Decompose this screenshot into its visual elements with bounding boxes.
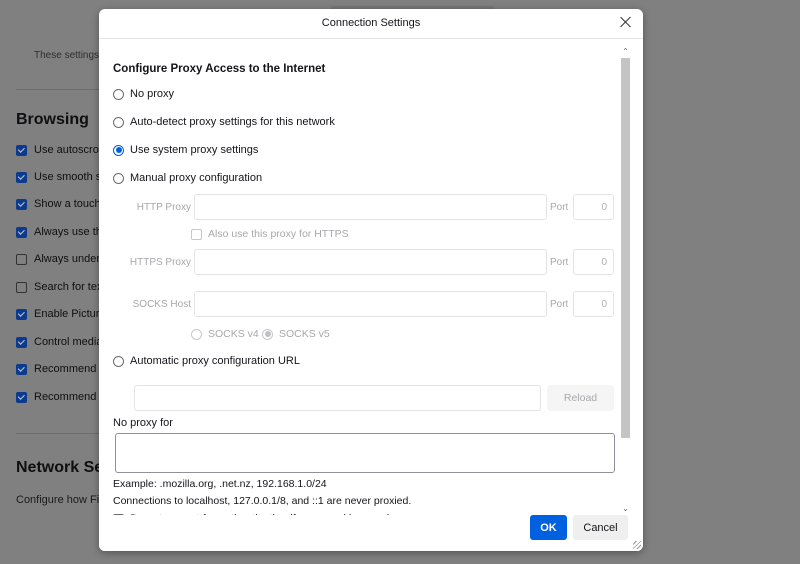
socks-host-input[interactable] xyxy=(194,291,547,317)
browsing-option[interactable]: Always use th xyxy=(16,226,102,238)
radio-button[interactable] xyxy=(113,116,124,128)
checkbox[interactable] xyxy=(16,171,27,183)
https-proxy-input[interactable] xyxy=(194,249,547,275)
section-title: Configure Proxy Access to the Internet xyxy=(113,63,326,75)
radio-auto-config-url[interactable]: Automatic proxy configuration URL xyxy=(113,355,300,367)
browsing-option[interactable]: Use smooth s xyxy=(16,171,101,183)
intro-text: These settings a xyxy=(34,50,108,61)
connection-settings-dialog: Connection Settings Configure Proxy Acce… xyxy=(99,9,643,551)
radio-socks-v4[interactable]: SOCKS v4 xyxy=(191,328,259,340)
radio-button[interactable] xyxy=(262,328,273,340)
auto-config-url-input[interactable] xyxy=(134,385,541,411)
no-proxy-for-label: No proxy for xyxy=(113,417,173,429)
divider xyxy=(16,89,106,90)
checkbox[interactable] xyxy=(191,228,202,240)
dialog-scrollbar[interactable]: ⌃ ⌄ xyxy=(620,46,631,514)
browsing-option[interactable]: Search for tex xyxy=(16,281,102,293)
reload-button[interactable]: Reload xyxy=(547,385,614,411)
socks-port-input[interactable]: 0 xyxy=(573,291,614,317)
checkbox[interactable] xyxy=(16,363,27,375)
https-port-input[interactable]: 0 xyxy=(573,249,614,275)
browsing-option[interactable]: Show a touch xyxy=(16,198,101,210)
localhost-note: Connections to localhost, 127.0.0.1/8, a… xyxy=(113,495,412,507)
no-proxy-for-textarea[interactable] xyxy=(115,433,615,473)
browsing-option[interactable]: Recommend e xyxy=(16,363,106,375)
http-proxy-label: HTTP Proxy xyxy=(136,202,191,213)
radio-button[interactable] xyxy=(113,172,124,184)
browsing-option[interactable]: Always underl xyxy=(16,253,102,265)
socks-host-label: SOCKS Host xyxy=(132,299,191,310)
radio-button[interactable] xyxy=(113,144,124,156)
browsing-option[interactable]: Recommend f xyxy=(16,391,102,403)
radio-system-proxy[interactable]: Use system proxy settings xyxy=(113,144,258,156)
browsing-option[interactable]: Use autoscrol xyxy=(16,144,101,156)
http-port-label: Port xyxy=(550,202,569,213)
browsing-option[interactable]: Control media xyxy=(16,336,102,348)
checkbox[interactable] xyxy=(16,281,27,293)
checkbox[interactable] xyxy=(16,226,27,238)
https-port-label: Port xyxy=(550,257,569,268)
network-settings-description: Configure how Fi xyxy=(16,494,100,506)
ok-button[interactable]: OK xyxy=(530,515,567,540)
example-hint: Example: .mozilla.org, .net.nz, 192.168.… xyxy=(113,478,327,490)
http-proxy-input[interactable] xyxy=(194,194,547,220)
socks-port-label: Port xyxy=(550,299,569,310)
checkbox[interactable] xyxy=(16,198,27,210)
also-use-for-https-checkbox[interactable]: Also use this proxy for HTTPS xyxy=(191,228,349,240)
radio-button[interactable] xyxy=(113,88,124,100)
resize-grip-icon[interactable] xyxy=(633,541,641,549)
dialog-content: Configure Proxy Access to the Internet N… xyxy=(99,40,619,515)
cancel-button[interactable]: Cancel xyxy=(573,515,628,540)
scroll-thumb[interactable] xyxy=(621,58,630,438)
https-proxy-label: HTTPS Proxy xyxy=(129,257,191,268)
checkbox[interactable] xyxy=(16,308,27,320)
checkbox[interactable] xyxy=(16,144,27,156)
radio-socks-v5[interactable]: SOCKS v5 xyxy=(262,328,330,340)
checkbox[interactable] xyxy=(16,253,27,265)
network-settings-heading: Network Se xyxy=(16,459,104,476)
radio-manual-proxy[interactable]: Manual proxy configuration xyxy=(113,172,262,184)
checkbox[interactable] xyxy=(16,391,27,403)
scroll-track[interactable] xyxy=(621,58,630,502)
dialog-header: Connection Settings xyxy=(99,9,643,39)
radio-no-proxy[interactable]: No proxy xyxy=(113,88,174,100)
scroll-up-icon[interactable]: ⌃ xyxy=(620,46,631,57)
divider xyxy=(16,433,106,434)
browsing-option[interactable]: Enable Picture xyxy=(16,308,106,320)
radio-button[interactable] xyxy=(113,355,124,367)
close-icon[interactable] xyxy=(619,15,633,29)
dialog-footer: OK Cancel xyxy=(99,515,643,551)
checkbox[interactable] xyxy=(16,336,27,348)
dialog-title: Connection Settings xyxy=(321,17,421,29)
browsing-heading: Browsing xyxy=(16,111,89,128)
radio-auto-detect[interactable]: Auto-detect proxy settings for this netw… xyxy=(113,116,335,128)
scroll-down-icon[interactable]: ⌄ xyxy=(620,503,631,514)
radio-button[interactable] xyxy=(191,328,202,340)
http-port-input[interactable]: 0 xyxy=(573,194,614,220)
